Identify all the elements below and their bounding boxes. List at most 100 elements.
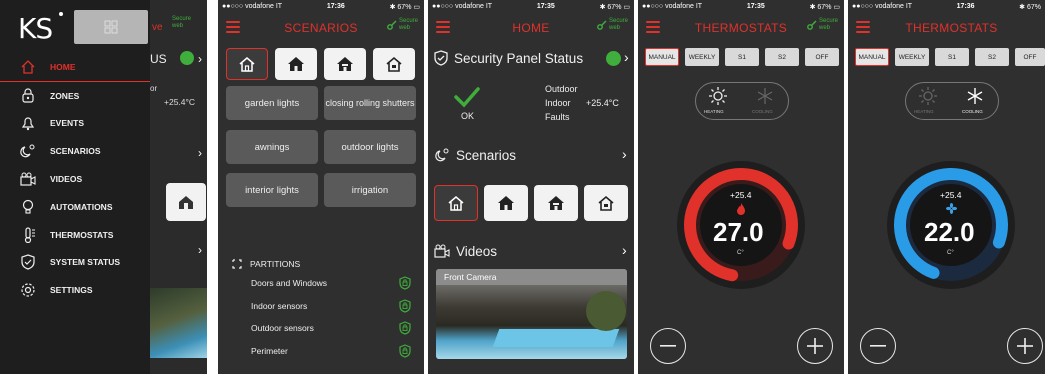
mode-off-button[interactable]: OFF bbox=[1015, 48, 1045, 66]
clock: 17:35 bbox=[536, 3, 555, 10]
house-night-icon bbox=[337, 57, 353, 71]
partitions-icon bbox=[232, 259, 242, 269]
mode-manual-button[interactable]: MANUAL bbox=[645, 48, 679, 66]
menu-item-system-status[interactable]: SYSTEM STATUS bbox=[0, 249, 150, 277]
mode-s2-button[interactable]: S2 bbox=[975, 48, 1009, 66]
menu-grid-button[interactable] bbox=[74, 10, 148, 44]
carrier: ●●○○○ vodafone IT bbox=[852, 3, 913, 10]
shield-icon bbox=[21, 254, 35, 271]
ok-label: OK bbox=[461, 111, 475, 121]
battery: ✱ 67% ▭ bbox=[809, 3, 840, 11]
menu-item-home[interactable]: HOME bbox=[0, 54, 150, 82]
mode-off-button[interactable]: OFF bbox=[805, 48, 839, 66]
menu-item-scenarios[interactable]: SCENARIOS bbox=[0, 137, 150, 165]
scenario-away-button[interactable] bbox=[373, 48, 415, 80]
menu-item-automations[interactable]: AUTOMATIONS bbox=[0, 193, 150, 221]
grid-icon bbox=[104, 20, 118, 34]
carrier: ●●○○○ vodafone IT bbox=[432, 3, 493, 10]
partition-row[interactable]: Outdoor sensors bbox=[218, 317, 424, 340]
heat-cool-toggle[interactable]: HEATING COOLING bbox=[695, 82, 789, 120]
mode-weekly-button[interactable]: WEEKLY bbox=[895, 48, 929, 66]
behind-title-fragment: ve bbox=[152, 22, 163, 33]
indoor-temp: +25.4°C bbox=[586, 98, 619, 108]
check-icon bbox=[454, 87, 480, 108]
scenario-home-button[interactable] bbox=[484, 185, 528, 221]
scenario-away-button[interactable] bbox=[584, 185, 628, 221]
behind-home-screen: ve Secure web US › or +25.4°C › › bbox=[150, 0, 207, 374]
scenario-all-off-button[interactable] bbox=[226, 48, 268, 80]
thermometer-icon bbox=[24, 227, 35, 243]
behind-status-fragment: US bbox=[150, 52, 167, 66]
app-bar: HOME Secure web bbox=[428, 13, 634, 43]
fan-icon bbox=[946, 203, 957, 214]
setpoint-temp: 22.0 bbox=[924, 217, 975, 247]
menu-item-settings[interactable]: SETTINGS bbox=[0, 276, 150, 304]
behind-video-thumb[interactable] bbox=[150, 288, 207, 358]
lock-shield-icon bbox=[399, 321, 411, 335]
menu-item-label: VIDEOS bbox=[50, 174, 83, 185]
house-away-icon bbox=[598, 195, 614, 211]
sun-icon bbox=[709, 87, 727, 105]
scenario-pill[interactable]: garden lights bbox=[226, 86, 318, 120]
scenario-pill[interactable]: outdoor lights bbox=[324, 130, 416, 164]
scenario-night-button[interactable] bbox=[534, 185, 578, 221]
clock: 17:36 bbox=[326, 3, 345, 10]
app-bar: THERMOSTATS bbox=[848, 13, 1045, 43]
camera-label: Front Camera bbox=[436, 269, 627, 285]
house-away-icon bbox=[386, 56, 402, 72]
scenario-pill[interactable]: interior lights bbox=[226, 173, 318, 207]
partition-row[interactable]: Doors and Windows bbox=[218, 272, 424, 295]
camera-preview-image bbox=[436, 285, 627, 359]
menu-item-thermostats[interactable]: THERMOSTATS bbox=[0, 221, 150, 249]
battery: ✱ 67% ▭ bbox=[389, 3, 420, 11]
mode-s1-button[interactable]: S1 bbox=[935, 48, 969, 66]
scenario-night-button[interactable] bbox=[324, 48, 366, 80]
cooling-label: COOLING bbox=[752, 109, 773, 114]
menu-item-events[interactable]: EVENTS bbox=[0, 110, 150, 138]
increase-temp-button[interactable] bbox=[1007, 328, 1043, 364]
decrease-temp-button[interactable] bbox=[650, 328, 686, 364]
partition-row[interactable]: Indoor sensors bbox=[218, 295, 424, 318]
heating-label: HEATING bbox=[704, 109, 724, 114]
menu-item-videos[interactable]: VIDEOS bbox=[0, 165, 150, 193]
camera-icon bbox=[434, 244, 450, 258]
secure-web-badge: Secure web bbox=[807, 18, 838, 32]
increase-temp-button[interactable] bbox=[797, 328, 833, 364]
battery: ✱ 67% ▭ bbox=[599, 3, 630, 11]
carrier: ●●○○○ vodafone IT bbox=[222, 3, 283, 10]
scenario-pill[interactable]: closing rolling shutters bbox=[324, 86, 416, 120]
menu-item-label: SYSTEM STATUS bbox=[50, 257, 121, 268]
menu-item-label: SCENARIOS bbox=[50, 146, 101, 157]
front-camera-card[interactable]: Front Camera bbox=[436, 269, 627, 359]
heat-cool-toggle[interactable]: HEATING COOLING bbox=[905, 82, 999, 120]
scenarios-row[interactable]: Scenarios › bbox=[434, 145, 630, 165]
partitions-header: PARTITIONS bbox=[232, 259, 300, 269]
behind-temp: +25.4°C bbox=[164, 97, 196, 107]
mode-s2-button[interactable]: S2 bbox=[765, 48, 799, 66]
scenario-all-off-button[interactable] bbox=[434, 185, 478, 221]
partition-label: Outdoor sensors bbox=[251, 323, 314, 334]
videos-row[interactable]: Videos › bbox=[434, 241, 630, 261]
mode-manual-button[interactable]: MANUAL bbox=[855, 48, 889, 66]
scenario-pill[interactable]: awnings bbox=[226, 130, 318, 164]
home-screen: ●●○○○ vodafone IT 17:35 ✱ 67% ▭ HOME Sec… bbox=[428, 0, 634, 374]
scenario-home-button[interactable] bbox=[275, 48, 317, 80]
scenario-pill[interactable]: irrigation bbox=[324, 173, 416, 207]
minus-icon bbox=[870, 345, 886, 347]
menu-item-zones[interactable]: ZONES bbox=[0, 82, 150, 110]
snowflake-icon bbox=[967, 88, 983, 104]
mode-s1-button[interactable]: S1 bbox=[725, 48, 759, 66]
tree-shape bbox=[586, 291, 626, 331]
battery: ✱ 67% bbox=[1019, 3, 1041, 11]
partition-row[interactable]: Perimeter bbox=[218, 340, 424, 363]
plus-icon bbox=[1017, 338, 1033, 354]
mode-weekly-button[interactable]: WEEKLY bbox=[685, 48, 719, 66]
behind-status-icon bbox=[180, 51, 194, 65]
key-icon bbox=[387, 20, 397, 30]
house-night-icon bbox=[548, 196, 564, 210]
bell-icon bbox=[21, 117, 35, 131]
security-panel-row[interactable]: Security Panel Status › bbox=[434, 48, 630, 68]
behind-scenario-button[interactable] bbox=[166, 183, 206, 221]
bulb-icon bbox=[22, 199, 34, 214]
decrease-temp-button[interactable] bbox=[860, 328, 896, 364]
